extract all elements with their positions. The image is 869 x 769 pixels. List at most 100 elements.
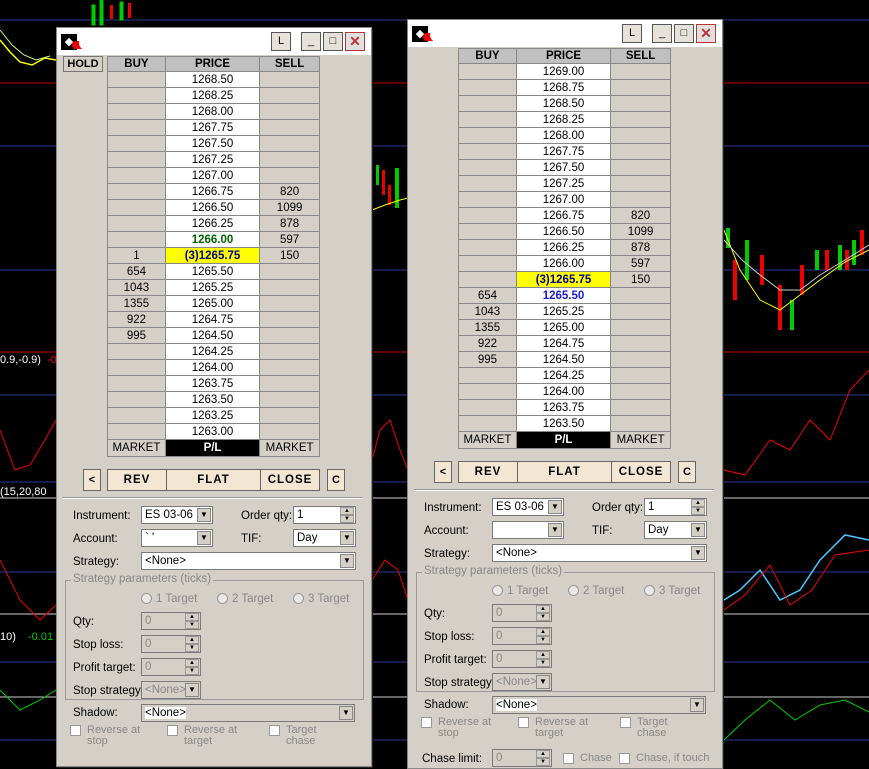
sell-cell[interactable] — [259, 119, 320, 136]
buy-cell[interactable] — [107, 71, 166, 88]
price-cell[interactable]: 1266.00 — [515, 255, 612, 272]
buy-cell[interactable] — [458, 271, 517, 288]
price-cell[interactable]: 1263.75 — [515, 399, 612, 416]
price-cell[interactable]: 1266.75 — [164, 183, 261, 200]
buy-cell[interactable] — [107, 215, 166, 232]
price-cell[interactable]: 1264.50 — [515, 351, 612, 368]
c-button[interactable]: C — [678, 461, 696, 483]
reverse-at-target-checkbox[interactable]: Reverse at target — [518, 717, 595, 739]
instrument-select[interactable]: ES 03-06 ▼ — [492, 498, 564, 516]
sell-cell[interactable] — [259, 423, 320, 440]
buy-cell[interactable] — [458, 207, 517, 224]
price-cell[interactable]: 1264.25 — [164, 343, 261, 360]
target-1-radio[interactable]: 1 Target — [492, 585, 548, 597]
price-cell[interactable]: 1266.25 — [164, 215, 261, 232]
left-button[interactable]: < — [434, 461, 452, 483]
sell-cell[interactable]: 878 — [259, 215, 320, 232]
reverse-at-stop-checkbox[interactable]: Reverse at stop — [70, 725, 147, 747]
price-cell[interactable]: 1267.50 — [164, 135, 261, 152]
buy-cell[interactable] — [107, 391, 166, 408]
sell-cell[interactable] — [259, 263, 320, 280]
buy-cell[interactable] — [107, 103, 166, 120]
price-cell[interactable]: 1265.00 — [515, 319, 612, 336]
price-cell[interactable]: 1264.75 — [164, 311, 261, 328]
buy-cell[interactable] — [458, 415, 517, 432]
reverse-at-stop-checkbox[interactable]: Reverse at stop — [421, 717, 498, 739]
chase-checkbox[interactable]: Chase — [563, 753, 612, 764]
buy-cell[interactable] — [107, 87, 166, 104]
account-select[interactable]: ` ' ▼ — [141, 529, 213, 547]
buy-cell[interactable] — [458, 111, 517, 128]
sell-cell[interactable] — [610, 287, 671, 304]
lock-button[interactable]: L — [622, 24, 642, 43]
buy-cell[interactable] — [107, 167, 166, 184]
price-cell[interactable]: 1266.75 — [515, 207, 612, 224]
buy-cell[interactable]: 995 — [458, 351, 517, 368]
tif-select[interactable]: Day ▼ — [293, 529, 356, 547]
strategy-select[interactable]: <None> ▼ — [492, 544, 707, 562]
sell-cell[interactable] — [610, 319, 671, 336]
minimize-button[interactable]: _ — [301, 32, 321, 51]
reverse-at-target-checkbox[interactable]: Reverse at target — [167, 725, 244, 747]
shadow-select[interactable]: <None> ▼ — [141, 704, 355, 722]
buy-cell[interactable] — [107, 423, 166, 440]
price-cell[interactable]: 1267.75 — [164, 119, 261, 136]
buy-cell[interactable]: 1 — [107, 247, 166, 264]
sell-cell[interactable]: 150 — [259, 247, 320, 264]
price-cell[interactable]: 1263.25 — [164, 407, 261, 424]
sell-cell[interactable]: 878 — [610, 239, 671, 256]
sell-cell[interactable]: 597 — [259, 231, 320, 248]
rev-button[interactable]: REV — [107, 469, 167, 491]
sell-cell[interactable] — [610, 95, 671, 112]
sell-cell[interactable] — [610, 143, 671, 160]
title-bar[interactable]: ◆ L _ □ ✕ — [57, 28, 371, 55]
sell-cell[interactable] — [259, 71, 320, 88]
sell-cell[interactable] — [610, 175, 671, 192]
buy-cell[interactable] — [107, 119, 166, 136]
price-cell[interactable]: 1267.50 — [515, 159, 612, 176]
sell-cell[interactable]: 1099 — [610, 223, 671, 240]
sell-cell[interactable] — [259, 103, 320, 120]
left-button[interactable]: < — [83, 469, 101, 491]
tif-select[interactable]: Day ▼ — [644, 521, 707, 539]
dom-window-1[interactable]: ◆ L _ □ ✕ HOLD BUY PRICE SELL 1268.50 126… — [56, 27, 372, 767]
market-sell-button[interactable]: MARKET — [610, 431, 671, 449]
price-cell[interactable]: 1265.25 — [164, 279, 261, 296]
sell-cell[interactable] — [259, 167, 320, 184]
flat-button[interactable]: FLAT — [166, 469, 261, 491]
price-cell[interactable]: 1263.50 — [515, 415, 612, 432]
sell-cell[interactable] — [610, 191, 671, 208]
target-2-radio[interactable]: 2 Target — [217, 593, 273, 605]
sell-cell[interactable] — [610, 383, 671, 400]
buy-cell[interactable] — [458, 143, 517, 160]
sell-cell[interactable]: 1099 — [259, 199, 320, 216]
buy-cell[interactable]: 654 — [458, 287, 517, 304]
buy-cell[interactable] — [458, 191, 517, 208]
price-cell[interactable]: (3)1265.75 — [515, 271, 612, 288]
sell-cell[interactable] — [259, 327, 320, 344]
buy-cell[interactable]: 654 — [107, 263, 166, 280]
buy-cell[interactable]: 922 — [107, 311, 166, 328]
sell-cell[interactable] — [259, 279, 320, 296]
stop-strategy-select[interactable]: <None> ▼ — [141, 681, 201, 699]
price-cell[interactable]: 1266.50 — [164, 199, 261, 216]
sell-cell[interactable] — [610, 399, 671, 416]
order-qty-stepper[interactable]: 1 ▲ ▼ — [293, 506, 356, 524]
buy-cell[interactable] — [107, 151, 166, 168]
strategy-select[interactable]: <None> ▼ — [141, 552, 356, 570]
sell-cell[interactable] — [610, 335, 671, 352]
profit-target-stepper[interactable]: 0 ▲ ▼ — [141, 658, 201, 676]
target-chase-checkbox[interactable]: Target chase — [620, 717, 687, 739]
buy-cell[interactable] — [107, 183, 166, 200]
price-cell[interactable]: 1263.50 — [164, 391, 261, 408]
price-cell[interactable]: 1268.25 — [515, 111, 612, 128]
buy-cell[interactable] — [458, 239, 517, 256]
sell-cell[interactable] — [610, 63, 671, 80]
lock-button[interactable]: L — [271, 32, 291, 51]
price-cell[interactable]: 1266.25 — [515, 239, 612, 256]
buy-cell[interactable]: 1043 — [458, 303, 517, 320]
sell-cell[interactable]: 150 — [610, 271, 671, 288]
sell-cell[interactable] — [610, 111, 671, 128]
sell-cell[interactable] — [610, 79, 671, 96]
price-cell[interactable]: 1268.75 — [515, 79, 612, 96]
